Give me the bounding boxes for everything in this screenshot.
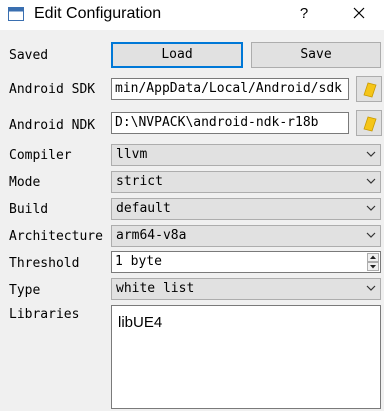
mode-label: Mode xyxy=(9,175,41,190)
spin-up-icon[interactable] xyxy=(367,253,379,262)
compiler-label: Compiler xyxy=(9,148,72,163)
folder-icon[interactable] xyxy=(356,76,382,102)
libraries-label: Libraries xyxy=(9,307,80,322)
chevron-down-icon xyxy=(366,205,376,211)
type-select[interactable]: white list xyxy=(111,278,381,300)
chevron-down-icon xyxy=(366,178,376,184)
spin-down-icon[interactable] xyxy=(367,262,379,271)
chevron-down-icon xyxy=(366,151,376,157)
threshold-value: 1 byte xyxy=(115,254,162,269)
window-icon xyxy=(8,7,24,21)
save-button[interactable]: Save xyxy=(251,42,381,68)
android-sdk-field[interactable]: min/AppData/Local/Android/sdk xyxy=(111,78,349,100)
chevron-down-icon xyxy=(366,232,376,238)
architecture-label: Architecture xyxy=(9,229,103,244)
architecture-select[interactable]: arm64-v8a xyxy=(111,225,381,247)
type-value: white list xyxy=(116,281,195,296)
folder-icon[interactable] xyxy=(356,110,382,136)
mode-select[interactable]: strict xyxy=(111,171,381,193)
load-button[interactable]: Load xyxy=(111,42,243,68)
android-ndk-label: Android NDK xyxy=(9,118,96,133)
saved-label: Saved xyxy=(9,48,49,63)
title-bar: Edit Configuration ? xyxy=(0,0,384,30)
build-select[interactable]: default xyxy=(111,198,381,220)
build-value: default xyxy=(116,201,171,216)
threshold-label: Threshold xyxy=(9,256,80,271)
type-label: Type xyxy=(9,283,41,298)
close-icon[interactable] xyxy=(346,3,372,25)
mode-value: strict xyxy=(116,174,163,189)
window-title: Edit Configuration xyxy=(34,5,162,22)
build-label: Build xyxy=(9,202,49,217)
compiler-value: llvm xyxy=(116,147,148,162)
libraries-textarea[interactable]: libUE4 xyxy=(111,305,381,409)
android-sdk-label: Android SDK xyxy=(9,82,96,97)
architecture-value: arm64-v8a xyxy=(116,228,187,243)
chevron-down-icon xyxy=(366,285,376,291)
compiler-select[interactable]: llvm xyxy=(111,144,381,166)
threshold-spinbox[interactable]: 1 byte xyxy=(111,251,381,273)
help-button[interactable]: ? xyxy=(293,3,315,25)
library-item: libUE4 xyxy=(118,314,163,331)
android-ndk-field[interactable]: D:\NVPACK\android-ndk-r18b xyxy=(111,112,349,134)
